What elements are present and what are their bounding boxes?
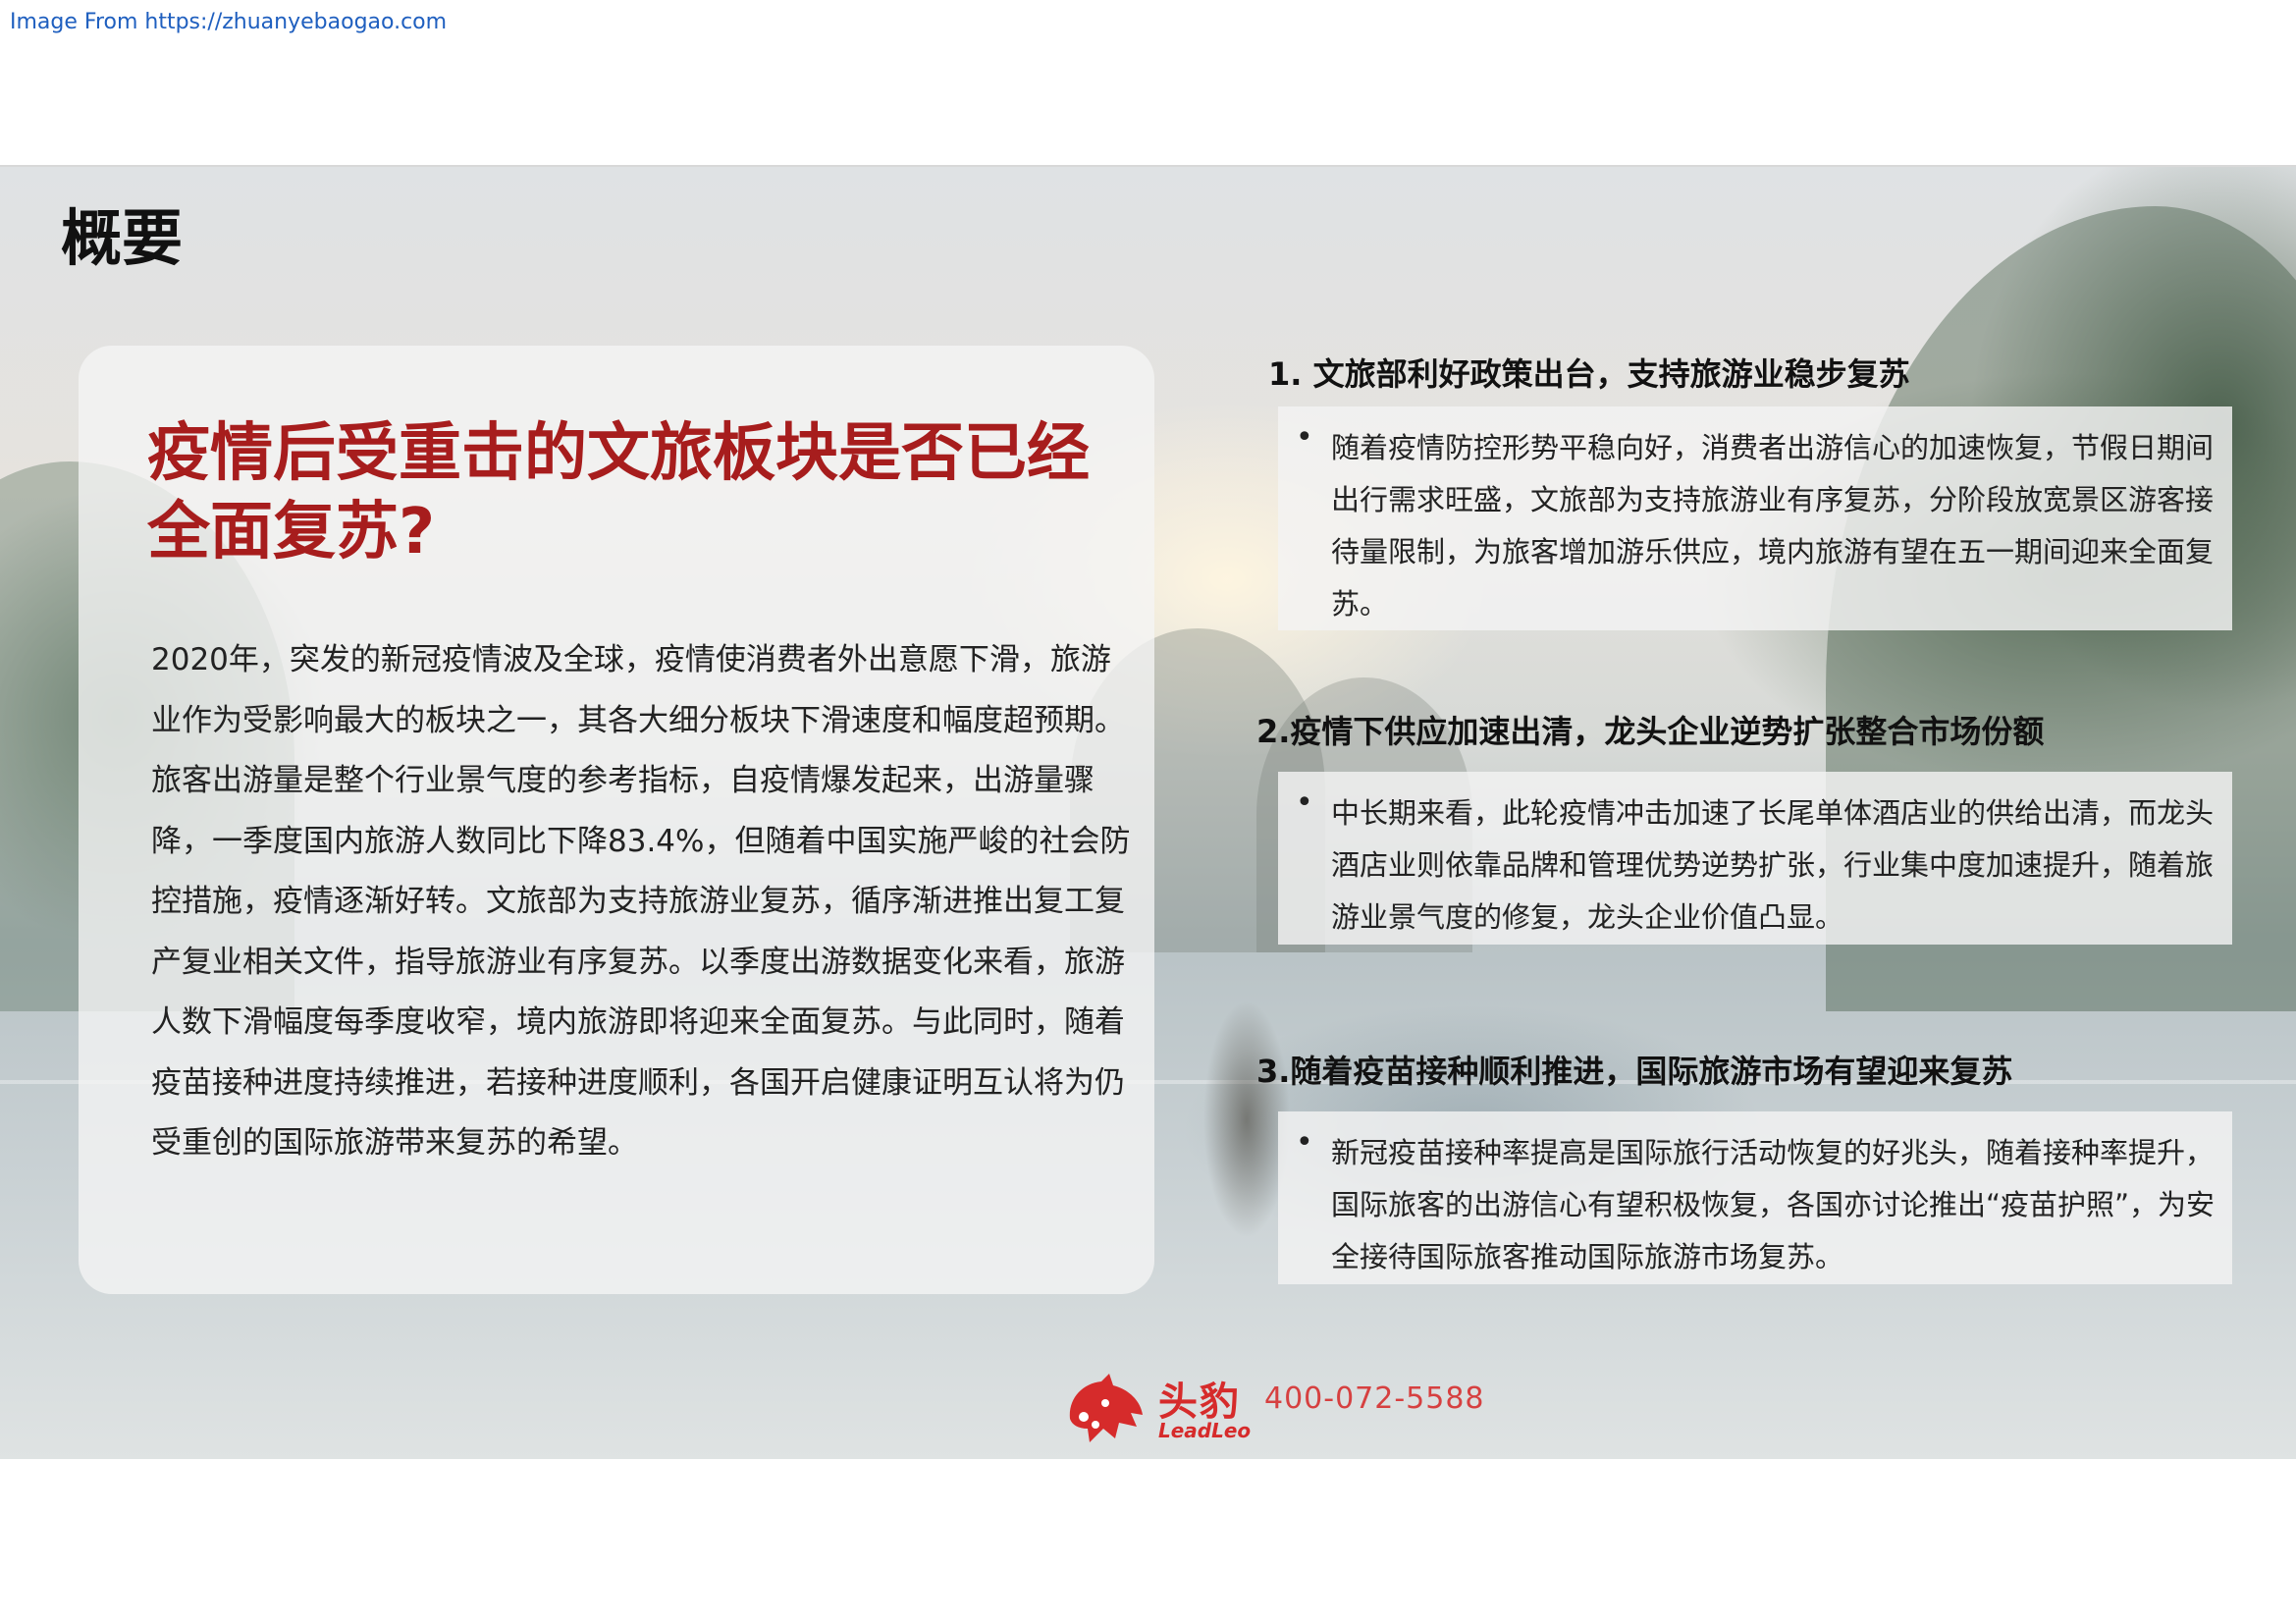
footer-brand: 头豹 LeadLeo 400-072-5588 — [1060, 1370, 1571, 1458]
section-heading-1: 1. 文旅部利好政策出台，支持旅游业稳步复苏 — [1268, 355, 1910, 393]
brand-name-en: LeadLeo — [1158, 1419, 1252, 1442]
summary-paragraph: 2020年，突发的新冠疫情波及全球，疫情使消费者外出意愿下滑，旅游业作为受影响最… — [151, 642, 1131, 1161]
section-bullet-1: 随着疫情防控形势平稳向好，消费者出游信心的加速恢复，节假日期间出行需求旺盛，文旅… — [1331, 431, 2215, 621]
summary-card: 疫情后受重击的文旅板块是否已经全面复苏? 2020年，突发的新冠疫情波及全球，疫… — [79, 346, 1154, 1294]
source-watermark-link[interactable]: Image From https://zhuanyebaogao.com — [10, 10, 447, 34]
headline: 疫情后受重击的文旅板块是否已经全面复苏? — [147, 417, 1090, 568]
section-bullet-3: 新冠疫苗接种率提高是国际旅行活动恢复的好兆头，随着接种率提升，国际旅客的出游信心… — [1331, 1136, 2216, 1273]
bullet-icon: • — [1296, 420, 1313, 455]
bullet-icon: • — [1296, 785, 1313, 820]
section-heading-2: 2.疫情下供应加速出清，龙头企业逆势扩张整合市场份额 — [1256, 713, 2045, 750]
contact-phone: 400-072-5588 — [1264, 1381, 1485, 1416]
section-box-2: • 中长期来看，此轮疫情冲击加速了长尾单体酒店业的供给出清，而龙头酒店业则依靠品… — [1278, 772, 2232, 945]
slide: 概要 疫情后受重击的文旅板块是否已经全面复苏? 2020年，突发的新冠疫情波及全… — [0, 165, 2296, 1459]
leopard-head-icon — [1069, 1374, 1143, 1442]
section-bullet-2: 中长期来看，此轮疫情冲击加速了长尾单体酒店业的供给出清，而龙头酒店业则依靠品牌和… — [1331, 796, 2215, 934]
section-box-3: • 新冠疫苗接种率提高是国际旅行活动恢复的好兆头，随着接种率提升，国际旅客的出游… — [1278, 1111, 2232, 1284]
bullet-icon: • — [1296, 1125, 1313, 1160]
section-heading-3: 3.随着疫苗接种顺利推进，国际旅游市场有望迎来复苏 — [1256, 1053, 2013, 1090]
section-box-1: • 随着疫情防控形势平稳向好，消费者出游信心的加速恢复，节假日期间出行需求旺盛，… — [1278, 406, 2232, 630]
page-title: 概要 — [61, 202, 184, 274]
